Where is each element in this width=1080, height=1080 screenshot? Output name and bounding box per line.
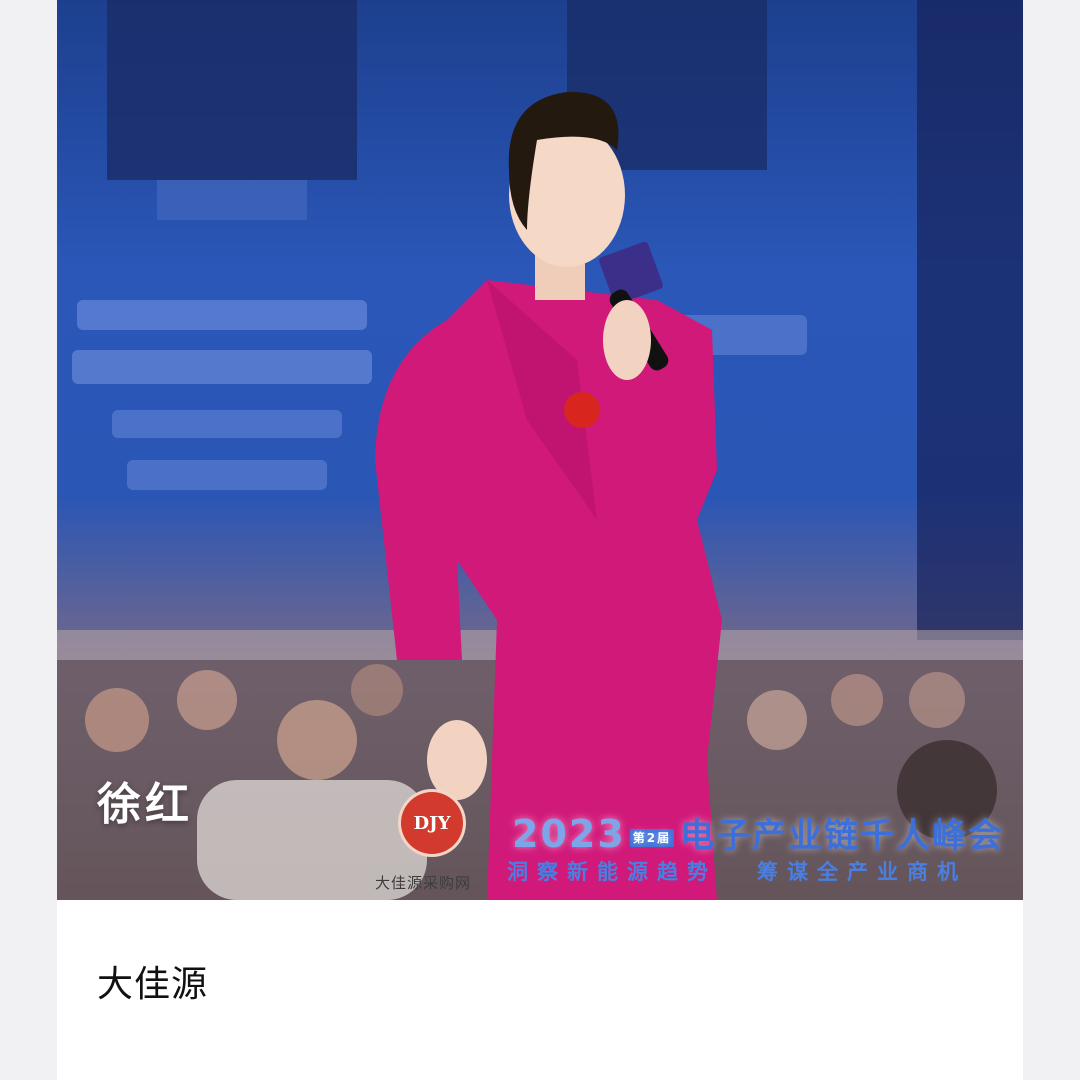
brand-caption: 大佳源采购网 [375,874,472,892]
speaker-name-overlay: 徐红 [97,779,193,830]
post-card: 徐红 DJY 大佳源采购网 2023 第2届 电子产业链千人峰会 洞察新能源趋势 筹谋… [57,0,1023,1080]
djy-logo-icon: DJY [401,792,463,854]
post-author[interactable]: 大佳源 [97,955,208,1007]
event-slogan: 洞察新能源趋势 筹谋全产业商机 [507,856,967,886]
event-year: 2023 [512,812,626,856]
photo-illustration [57,0,1023,900]
event-title: 2023 第2届 电子产业链千人峰会 [512,808,1004,857]
event-name: 电子产业链千人峰会 [680,816,1005,856]
event-slogan-right: 筹谋全产业商机 [757,860,967,884]
event-edition-tag: 第2届 [629,829,675,847]
event-slogan-left: 洞察新能源趋势 [507,860,717,884]
speaker-photo[interactable]: 徐红 DJY 大佳源采购网 2023 第2届 电子产业链千人峰会 洞察新能源趋势 筹谋… [57,0,1023,900]
